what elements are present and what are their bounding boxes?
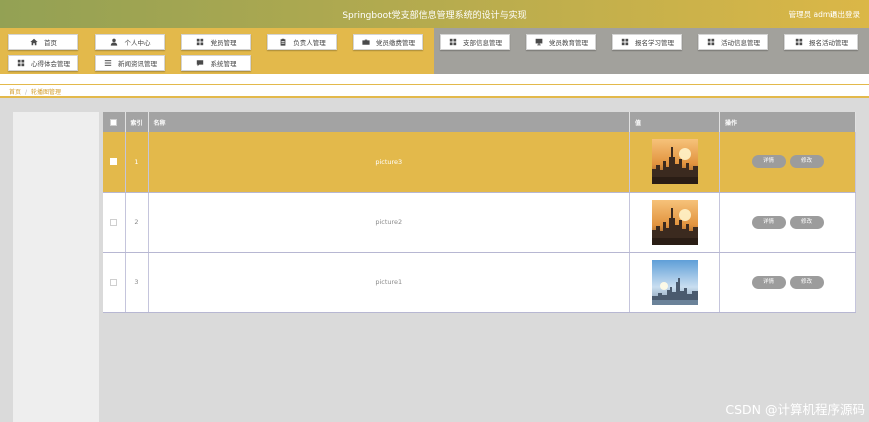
row-ops-cell: 详情 修改 xyxy=(719,252,856,313)
row-ops-cell: 详情 修改 xyxy=(719,192,856,253)
grid-icon xyxy=(706,38,715,47)
row-checkbox[interactable] xyxy=(110,218,118,226)
nav-item-label: 负责人管理 xyxy=(293,39,326,47)
grid-icon xyxy=(794,38,803,47)
row-image-cell xyxy=(629,252,720,313)
row-name: picture3 xyxy=(148,132,630,193)
nav-item-study-signup[interactable]: 报名学习管理 xyxy=(612,34,682,50)
nav-item-label: 新闻资讯管理 xyxy=(118,60,157,68)
nav-item-branch-info[interactable]: 支部信息管理 xyxy=(440,34,510,50)
watermark: CSDN @计算机程序源码 xyxy=(725,402,865,417)
row-index: 3 xyxy=(125,252,149,313)
clipboard-icon xyxy=(278,38,287,47)
nav-item-label: 活动信息管理 xyxy=(721,39,760,47)
nav-item-label: 报名活动管理 xyxy=(809,39,848,47)
nav-item-education[interactable]: 党员教育管理 xyxy=(526,34,596,50)
nav-item-label: 报名学习管理 xyxy=(635,39,674,47)
row-select-cell xyxy=(103,132,126,193)
side-panel xyxy=(13,112,99,422)
nav-item-label: 首页 xyxy=(44,39,57,47)
row-name: picture2 xyxy=(148,192,630,253)
nav-item-fee-management[interactable]: 党员缴费管理 xyxy=(353,34,423,50)
table-header-row: 索引 名称 值 操作 xyxy=(103,112,856,132)
user-icon xyxy=(110,38,119,47)
column-header-index: 索引 xyxy=(125,112,149,132)
nav-item-label: 系统管理 xyxy=(210,60,237,68)
divider xyxy=(0,84,869,85)
main-nav: 首页 个人中心 党员管理 负责人管理 党员缴费管理 支部信息管理 党员教育管理 … xyxy=(0,28,869,74)
city-daylight-image[interactable] xyxy=(651,259,698,305)
city-sunset-image[interactable] xyxy=(651,139,698,185)
detail-button[interactable]: 详情 xyxy=(751,155,786,169)
nav-item-label: 支部信息管理 xyxy=(463,39,502,47)
row-ops-cell: 详情 修改 xyxy=(719,132,856,193)
column-header-value: 值 xyxy=(629,112,720,132)
edit-button[interactable]: 修改 xyxy=(789,215,824,229)
nav-item-home[interactable]: 首页 xyxy=(8,34,78,50)
nav-item-activity-info[interactable]: 活动信息管理 xyxy=(698,34,768,50)
monitor-icon xyxy=(534,38,543,47)
nav-item-member-management[interactable]: 党员管理 xyxy=(181,34,251,50)
grid-icon xyxy=(620,38,629,47)
nav-item-system[interactable]: 系统管理 xyxy=(181,55,251,71)
grid-icon xyxy=(196,38,205,47)
row-checkbox[interactable] xyxy=(110,278,118,286)
grid-icon xyxy=(16,59,25,68)
edit-button[interactable]: 修改 xyxy=(789,275,824,289)
nav-item-leader-management[interactable]: 负责人管理 xyxy=(267,34,337,50)
detail-button[interactable]: 详情 xyxy=(751,215,786,229)
chat-icon xyxy=(196,59,205,68)
column-header-name: 名称 xyxy=(148,112,630,132)
top-header: Springboot党支部信息管理系统的设计与实现 管理员 admin 退出登录 xyxy=(0,0,869,28)
nav-item-label: 党员管理 xyxy=(210,39,237,47)
row-index: 1 xyxy=(125,132,149,193)
list-icon xyxy=(103,59,112,68)
nav-item-activity-signup[interactable]: 报名活动管理 xyxy=(784,34,858,50)
content-area: 索引 名称 值 操作 1 picture3 详情 修改 2 picture2 详… xyxy=(0,98,869,422)
row-select-cell xyxy=(103,252,126,313)
city-sunset-image[interactable] xyxy=(651,199,698,245)
row-image-cell xyxy=(629,132,720,193)
breadcrumb-home[interactable]: 首页 xyxy=(9,89,21,96)
table-row[interactable]: 2 picture2 详情 修改 xyxy=(103,192,856,253)
table-row[interactable]: 3 picture1 详情 修改 xyxy=(103,252,856,313)
nav-item-personal-center[interactable]: 个人中心 xyxy=(95,34,165,50)
breadcrumb: 首页 / 轮播图管理 xyxy=(9,87,61,96)
nav-item-label: 心得体会管理 xyxy=(31,60,70,68)
app-title: Springboot党支部信息管理系统的设计与实现 xyxy=(342,11,527,21)
grid-icon xyxy=(448,38,457,47)
briefcase-icon xyxy=(361,38,370,47)
row-name: picture1 xyxy=(148,252,630,313)
breadcrumb-separator: / xyxy=(25,89,28,96)
nav-item-experience[interactable]: 心得体会管理 xyxy=(8,55,78,71)
nav-item-news[interactable]: 新闻资讯管理 xyxy=(95,55,165,71)
table-row[interactable]: 1 picture3 详情 修改 xyxy=(103,132,856,193)
nav-item-label: 党员缴费管理 xyxy=(376,39,415,47)
row-index: 2 xyxy=(125,192,149,253)
select-all-checkbox[interactable] xyxy=(110,118,118,126)
select-all-cell xyxy=(103,112,126,132)
carousel-table: 索引 名称 值 操作 1 picture3 详情 修改 2 picture2 详… xyxy=(103,112,856,313)
edit-button[interactable]: 修改 xyxy=(789,155,824,169)
column-header-ops: 操作 xyxy=(719,112,856,132)
breadcrumb-current: 轮播图管理 xyxy=(31,89,62,96)
row-select-cell xyxy=(103,192,126,253)
nav-item-label: 个人中心 xyxy=(124,39,151,47)
row-checkbox[interactable] xyxy=(110,158,118,166)
row-image-cell xyxy=(629,192,720,253)
home-icon xyxy=(29,38,38,47)
nav-item-label: 党员教育管理 xyxy=(549,39,588,47)
detail-button[interactable]: 详情 xyxy=(751,275,786,289)
logout-link[interactable]: 退出登录 xyxy=(830,9,860,20)
